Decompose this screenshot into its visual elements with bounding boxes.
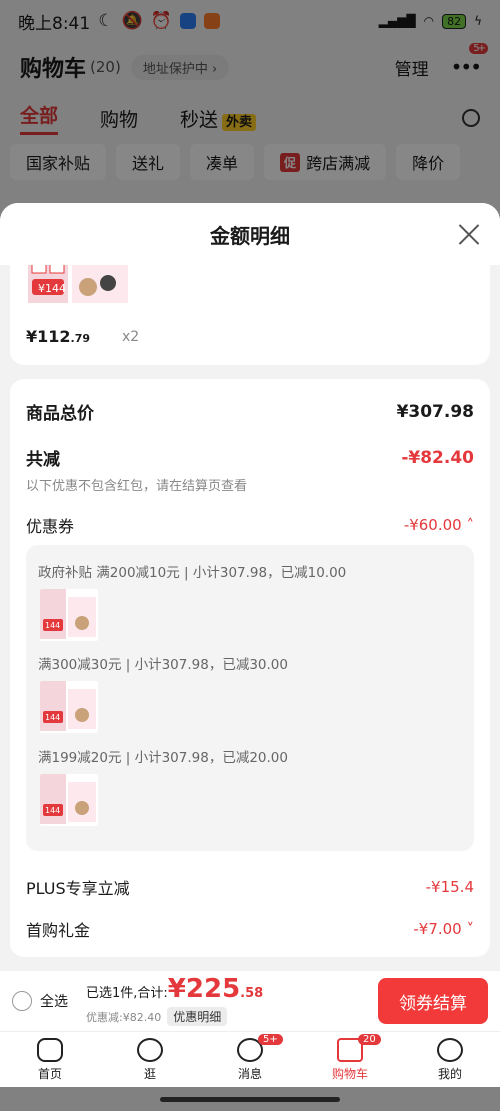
checkout-price-dec: .58	[240, 986, 264, 1001]
reduction-label: 共减	[26, 450, 60, 470]
sheet-title: 金额明细	[210, 223, 290, 248]
tab-home-label: 首页	[37, 1066, 62, 1081]
tab-browse[interactable]: 逛	[100, 1032, 200, 1087]
svg-text:¥144: ¥144	[38, 282, 66, 295]
tab-cart[interactable]: 购物车 20	[300, 1032, 400, 1087]
coupon-detail-box: 政府补贴 满200减10元 | 小计307.98，已减10.00 144 满30…	[26, 545, 474, 851]
plus-label: PLUS专享立减	[26, 879, 130, 898]
radio-icon[interactable]	[12, 991, 32, 1011]
amount-breakdown: 商品总价 ¥307.98 共减 -¥82.40 以下优惠不包含红包，请在结算页查…	[10, 379, 490, 957]
product-card: ¥144 ¥112.79 x2	[10, 265, 490, 365]
coupon-line: 政府补贴 满200减10元 | 小计307.98，已减10.00	[38, 565, 347, 581]
browse-icon	[137, 1037, 163, 1062]
tab-browse-label: 逛	[143, 1066, 156, 1081]
reduction-row: 共减 -¥82.40	[26, 445, 474, 471]
total-summary: 已选1件,合计: ¥225.58 优惠减:¥82.40 优惠明细	[86, 976, 263, 1026]
svg-text:144: 144	[45, 713, 60, 722]
gift-amount: -¥7.00	[413, 920, 462, 938]
coupon-value: -¥60.00 ˄	[404, 516, 474, 534]
coupon-product-thumb: 144	[40, 774, 98, 826]
checkout-bar: 全选 已选1件,合计: ¥225.58 优惠减:¥82.40 优惠明细 领券结算	[0, 971, 500, 1031]
reduction-value: -¥82.40	[401, 447, 474, 468]
chevron-down-icon: ˅	[461, 920, 474, 938]
tab-me[interactable]: 我的	[400, 1032, 500, 1087]
coupon-label: 优惠券	[26, 517, 75, 536]
profile-icon	[437, 1037, 463, 1062]
cart-badge: 20	[358, 1034, 381, 1045]
svg-text:144: 144	[45, 806, 60, 815]
coupon-product-thumb: 144	[40, 589, 98, 641]
product-price: ¥112.79	[26, 327, 90, 346]
gift-label: 首购礼金	[26, 921, 91, 940]
product-price-dec: .79	[70, 332, 91, 345]
select-all-label[interactable]: 全选	[40, 991, 68, 1011]
coupon-product-thumb: 144	[40, 681, 98, 733]
tab-messages[interactable]: 消息 5+	[200, 1032, 300, 1087]
chevron-up-icon: ˄	[461, 516, 474, 534]
selected-count: 已选1件,合计:	[86, 986, 168, 1001]
reduction-note: 以下优惠不包含红包，请在结算页查看	[26, 479, 248, 494]
product-quantity: x2	[122, 329, 140, 345]
messages-badge: 5+	[258, 1034, 283, 1045]
plus-discount-row: PLUS专享立减 -¥15.4	[26, 875, 474, 899]
coupon-line: 满300减30元 | 小计307.98，已减30.00	[38, 657, 288, 673]
coupon-line: 满199减20元 | 小计307.98，已减20.00	[38, 750, 288, 766]
product-price-int: ¥112	[26, 327, 71, 346]
total-value: ¥307.98	[396, 401, 474, 422]
first-gift-row[interactable]: 首购礼金 -¥7.00 ˅	[26, 917, 474, 941]
tab-home[interactable]: 首页	[0, 1032, 100, 1087]
checkout-button[interactable]: 领券结算	[378, 978, 488, 1024]
plus-value: -¥15.4	[425, 878, 474, 896]
coupon-amount: -¥60.00	[403, 516, 462, 534]
total-label: 商品总价	[26, 404, 94, 424]
tab-cart-label: 购物车	[331, 1066, 368, 1081]
home-indicator[interactable]	[160, 1097, 340, 1102]
checkout-price-int: ¥225	[167, 974, 241, 1004]
amount-detail-sheet: 金额明细 ¥144 ¥112.79 x2 商品总价 ¥307.98 共减 -¥8…	[0, 203, 500, 971]
tab-messages-label: 消息	[237, 1066, 262, 1081]
sheet-header: 金额明细	[0, 203, 500, 265]
checkout-price: ¥225.58	[168, 976, 263, 1007]
product-image: ¥144	[28, 265, 136, 309]
saved-amount: 优惠减:¥82.40	[86, 1010, 162, 1024]
bottom-tab-bar: 首页 逛 消息 5+ 购物车 20 我的	[0, 1031, 500, 1087]
close-icon[interactable]	[458, 223, 480, 245]
tab-me-label: 我的	[437, 1066, 462, 1081]
home-icon	[37, 1037, 63, 1062]
gift-value: -¥7.00 ˅	[413, 920, 474, 938]
discount-detail-button[interactable]: 优惠明细	[167, 1007, 228, 1026]
total-row: 商品总价 ¥307.98	[26, 399, 474, 425]
coupon-row[interactable]: 优惠券 -¥60.00 ˄	[26, 513, 474, 537]
svg-text:144: 144	[45, 621, 60, 630]
